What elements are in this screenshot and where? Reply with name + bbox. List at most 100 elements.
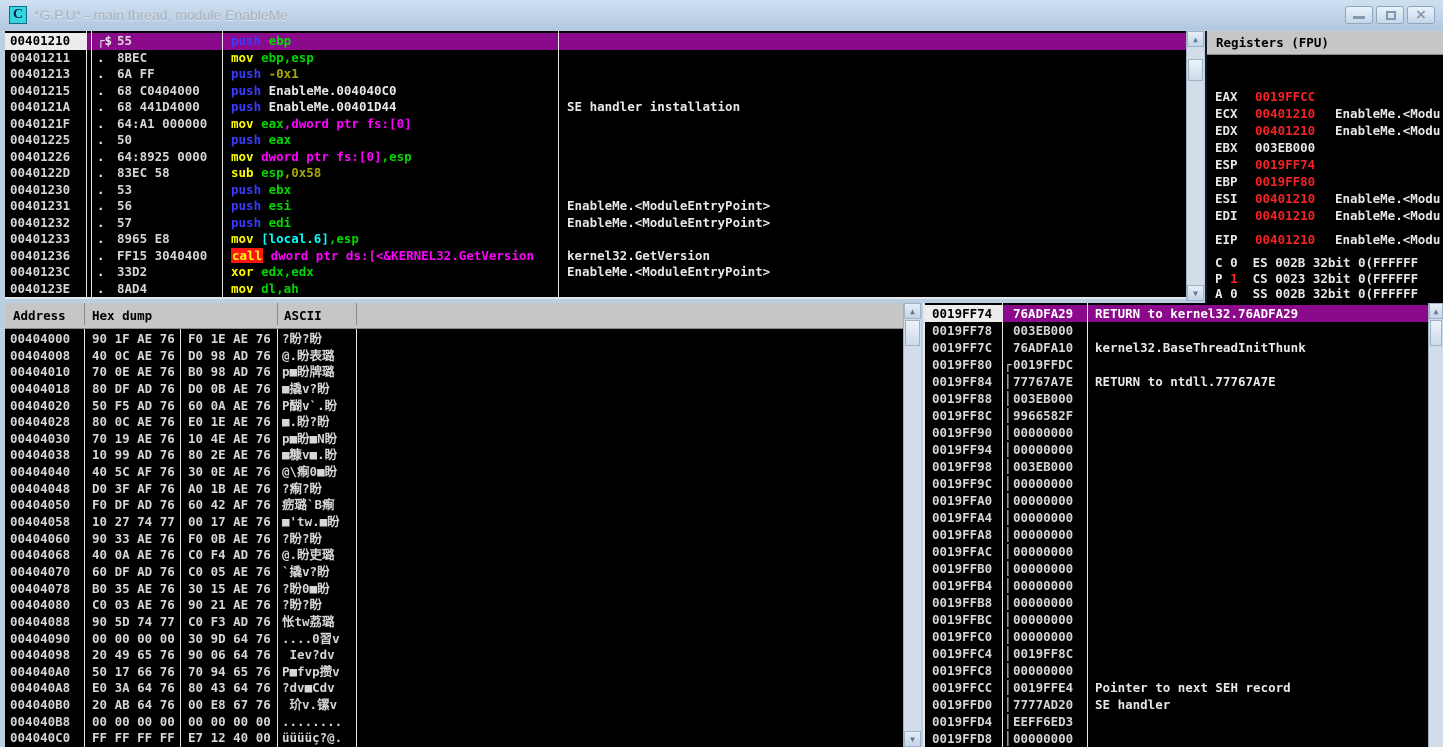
- register-value: 0019FF80: [1255, 173, 1315, 190]
- stack-row[interactable]: 0019FFBC│00000000: [925, 611, 1428, 628]
- hexdump-row[interactable]: 00404078B0 35 AE 7630 15 AE 76?盼0■盼: [5, 581, 903, 598]
- disasm-row[interactable]: 0040122D.83EC 58sub esp,0x58: [5, 165, 1186, 182]
- flag-segment-row[interactable]: P 1 CS 0023 32bit 0(FFFFFF: [1215, 271, 1443, 287]
- minimize-button[interactable]: [1345, 6, 1373, 24]
- stack-row[interactable]: 0019FF94│00000000: [925, 441, 1428, 458]
- disasm-row[interactable]: 0040123C.33D2xor edx,edxEnableMe.<Module…: [5, 264, 1186, 281]
- stack-row[interactable]: 0019FF78003EB000: [925, 322, 1428, 339]
- stack-row[interactable]: 0019FF7476ADFA29RETURN to kernel32.76ADF…: [925, 305, 1428, 322]
- register-value: 00401210: [1255, 105, 1315, 122]
- hexdump-row[interactable]: 0040407060 DF AD 76C0 05 AE 76`撬v?盼: [5, 564, 903, 581]
- hexdump-row[interactable]: 0040400090 1F AE 76F0 1E AE 76?盼?盼: [5, 331, 903, 348]
- hexdump-row[interactable]: 0040401070 0E AE 76B0 98 AD 76p■盼牌璐: [5, 364, 903, 381]
- hexdump-row[interactable]: 0040403810 99 AD 7680 2E AE 76■糠v■.盼: [5, 447, 903, 464]
- register-row[interactable]: ESI00401210EnableMe.<Modu: [1207, 190, 1443, 207]
- hexdump-row[interactable]: 004040B800 00 00 0000 00 00 00........: [5, 714, 903, 731]
- register-row[interactable]: ESP0019FF74: [1207, 156, 1443, 173]
- scroll-up-icon[interactable]: ▲: [1429, 303, 1443, 319]
- hexdump-row[interactable]: 004040B020 AB 64 7600 E8 67 76 玠v.镙v: [5, 697, 903, 714]
- stack-row[interactable]: 0019FFAC│00000000: [925, 543, 1428, 560]
- register-row[interactable]: EBP0019FF80: [1207, 173, 1443, 190]
- stack-row[interactable]: 0019FFA4│00000000: [925, 509, 1428, 526]
- register-name: EDI: [1215, 207, 1238, 224]
- stack-row[interactable]: 0019FFCC│0019FFE4Pointer to next SEH rec…: [925, 679, 1428, 696]
- disasm-row[interactable]: 00401213.6A FFpush -0x1: [5, 66, 1186, 83]
- disasm-scroll-thumb[interactable]: [1188, 59, 1203, 81]
- hexdump-row[interactable]: 0040403070 19 AE 7610 4E AE 76p■盼■N盼: [5, 431, 903, 448]
- register-row[interactable]: EDI00401210EnableMe.<Modu: [1207, 207, 1443, 224]
- stack-row[interactable]: 0019FF7C76ADFA10kernel32.BaseThreadInitT…: [925, 339, 1428, 356]
- stack-row[interactable]: 0019FF90│00000000: [925, 424, 1428, 441]
- disasm-row[interactable]: 00401231.56push esiEnableMe.<ModuleEntry…: [5, 198, 1186, 215]
- scroll-up-icon[interactable]: ▲: [904, 303, 921, 319]
- flag-segment-row[interactable]: A 0 SS 002B 32bit 0(FFFFFF: [1215, 286, 1443, 302]
- stack-row[interactable]: 0019FFC8│00000000: [925, 662, 1428, 679]
- hexdump-row[interactable]: 0040400840 0C AE 76D0 98 AD 76@.盼表璐: [5, 348, 903, 365]
- scroll-down-icon[interactable]: ▼: [1187, 285, 1204, 301]
- hexdump-row[interactable]: 0040408890 5D 74 77C0 F3 AD 76怅tw荔璐: [5, 614, 903, 631]
- flag-segment-row[interactable]: C 0 ES 002B 32bit 0(FFFFFF: [1215, 255, 1443, 271]
- stack-scroll-thumb[interactable]: [1430, 320, 1442, 346]
- hexdump-row[interactable]: 00404048D0 3F AF 76A0 1B AE 76?痸?盼: [5, 481, 903, 498]
- hexdump-row[interactable]: 0040401880 DF AD 76D0 0B AE 76■撬v?盼: [5, 381, 903, 398]
- stack-row[interactable]: 0019FF84│77767A7ERETURN to ntdll.77767A7…: [925, 373, 1428, 390]
- stack-row[interactable]: 0019FFD4│EEFF6ED3: [925, 713, 1428, 730]
- scroll-up-icon[interactable]: ▲: [1187, 31, 1204, 47]
- hexdump-row[interactable]: 00404050F0 DF AD 7660 42 AF 76疬璐`B痸: [5, 497, 903, 514]
- stack-row[interactable]: 0019FFD0│7777AD20SE handler: [925, 696, 1428, 713]
- hexdump-row[interactable]: 004040C0FF FF FF FFE7 12 40 00üüüüç?@.: [5, 730, 903, 747]
- stack-row[interactable]: 0019FFB8│00000000: [925, 594, 1428, 611]
- stack-row[interactable]: 0019FFB0│00000000: [925, 560, 1428, 577]
- stack-row[interactable]: 0019FF9C│00000000: [925, 475, 1428, 492]
- hexdump-row[interactable]: 0040409000 00 00 0030 9D 64 76....0習v: [5, 631, 903, 648]
- disasm-row[interactable]: 00401233.8965 E8mov [local.6],esp: [5, 231, 1186, 248]
- hexdump-row[interactable]: 0040402880 0C AE 76E0 1E AE 76■.盼?盼: [5, 414, 903, 431]
- restore-button[interactable]: [1376, 6, 1404, 24]
- stack-row[interactable]: 0019FF8C│9966582F: [925, 407, 1428, 424]
- disasm-row[interactable]: 00401236.FF15 3040400call dword ptr ds:[…: [5, 248, 1186, 265]
- scroll-down-icon[interactable]: ▼: [904, 731, 921, 747]
- hexdump-scrollbar[interactable]: ▲ ▼: [903, 303, 921, 747]
- hexdump-scroll-thumb[interactable]: [905, 320, 920, 346]
- disasm-row[interactable]: 0040123E.8AD4mov dl,ah: [5, 281, 1186, 298]
- stack-row[interactable]: 0019FFA8│00000000: [925, 526, 1428, 543]
- title-bar[interactable]: C *G.P.U* - main thread, module EnableMe…: [0, 0, 1443, 30]
- stack-row[interactable]: 0019FFB4│00000000: [925, 577, 1428, 594]
- disasm-row[interactable]: 0040121A.68 441D4000push EnableMe.00401D…: [5, 99, 1186, 116]
- disasm-row[interactable]: 00401232.57push ediEnableMe.<ModuleEntry…: [5, 215, 1186, 232]
- disasm-row[interactable]: 0040121F.64:A1 000000mov eax,dword ptr f…: [5, 116, 1186, 133]
- ascii-text: `撬v?盼: [282, 564, 330, 581]
- stack-row[interactable]: 0019FFC4│0019FF8C: [925, 645, 1428, 662]
- hexdump-row[interactable]: 0040405810 27 74 7700 17 AE 76■'tw.■盼: [5, 514, 903, 531]
- stack-row[interactable]: 0019FFA0│00000000: [925, 492, 1428, 509]
- stack-row[interactable]: 0019FF80┌0019FFDC: [925, 356, 1428, 373]
- close-button[interactable]: ×: [1407, 6, 1435, 24]
- disasm-row[interactable]: 00401215.68 C0404000push EnableMe.004040…: [5, 83, 1186, 100]
- hexdump-row[interactable]: 0040409820 49 65 7690 06 64 76 Iev?dv: [5, 647, 903, 664]
- stack-row[interactable]: 0019FFD8│00000000: [925, 730, 1428, 747]
- stack-row[interactable]: 0019FFC0│00000000: [925, 628, 1428, 645]
- disasm-row[interactable]: 00401230.53push ebx: [5, 182, 1186, 199]
- disasm-row[interactable]: 00401225.50push eax: [5, 132, 1186, 149]
- stack-row[interactable]: 0019FF88│003EB000: [925, 390, 1428, 407]
- disasm-scrollbar[interactable]: ▲ ▼: [1186, 31, 1204, 301]
- hexdump-row[interactable]: 0040404040 5C AF 7630 0E AE 76@\痸0■盼: [5, 464, 903, 481]
- hexdump-row[interactable]: 004040A8E0 3A 64 7680 43 64 76?dv■Cdv: [5, 680, 903, 697]
- stack-address: 0019FFD8: [932, 730, 1002, 747]
- disasm-row[interactable]: 00401210┌$55push ebp: [5, 33, 1186, 50]
- stack-row[interactable]: 0019FF98│003EB000: [925, 458, 1428, 475]
- hexdump-row[interactable]: 0040406840 0A AE 76C0 F4 AD 76@.盼吏璐: [5, 547, 903, 564]
- register-row[interactable]: EDX00401210EnableMe.<Modu: [1207, 122, 1443, 139]
- hexdump-row[interactable]: 00404080C0 03 AE 7690 21 AE 76?盼?盼: [5, 597, 903, 614]
- hexdump-row[interactable]: 004040A050 17 66 7670 94 65 76P■fvp攒v: [5, 664, 903, 681]
- register-row[interactable]: ECX00401210EnableMe.<Modu: [1207, 105, 1443, 122]
- stack-scrollbar[interactable]: ▲: [1428, 303, 1443, 747]
- hexdump-row[interactable]: 0040402050 F5 AD 7660 0A AE 76P醐v`.盼: [5, 398, 903, 415]
- instruction-comment: EnableMe.<ModuleEntryPoint>: [567, 215, 770, 232]
- register-row[interactable]: EAX0019FFCC: [1207, 88, 1443, 105]
- disasm-row[interactable]: 00401211.8BECmov ebp,esp: [5, 50, 1186, 67]
- disasm-row[interactable]: 00401226.64:8925 0000mov dword ptr fs:[0…: [5, 149, 1186, 166]
- hexdump-row[interactable]: 0040406090 33 AE 76F0 0B AE 76?盼?盼: [5, 531, 903, 548]
- register-row[interactable]: EIP00401210EnableMe.<Modu: [1207, 231, 1443, 248]
- register-row[interactable]: EBX003EB000: [1207, 139, 1443, 156]
